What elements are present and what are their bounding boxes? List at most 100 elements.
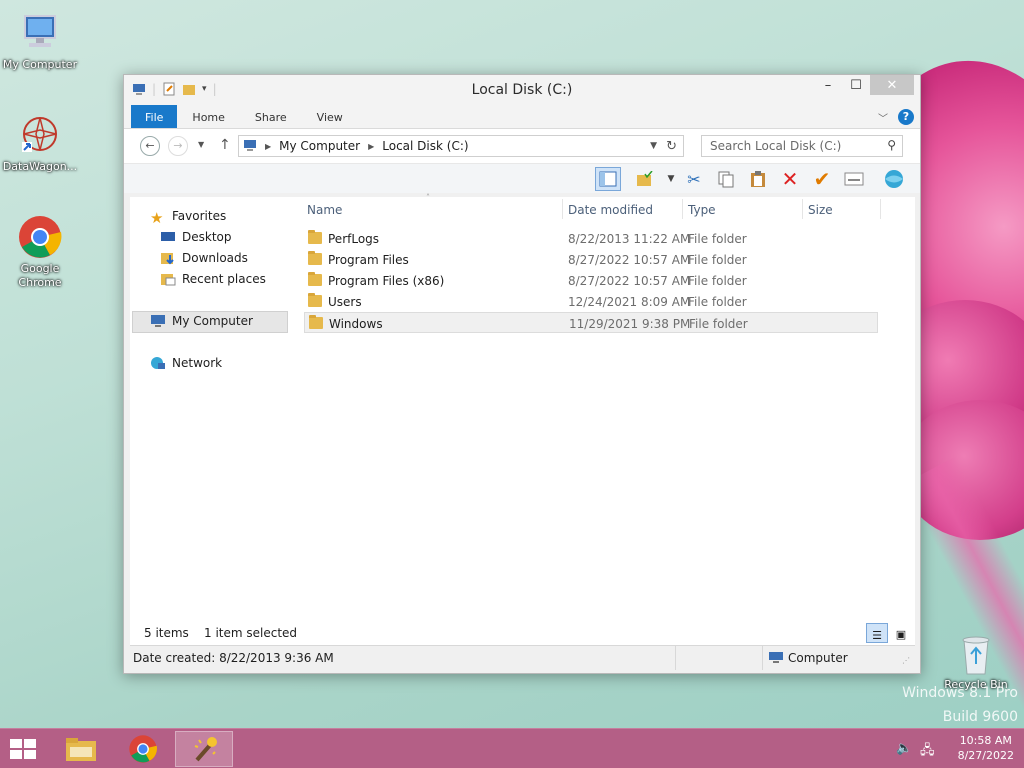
large-icons-view-button[interactable]: ▣ xyxy=(890,623,912,643)
computer-icon xyxy=(150,314,166,328)
recent-places-icon xyxy=(160,272,176,286)
back-button[interactable]: ← xyxy=(140,136,160,156)
table-row[interactable]: Program Files (x86) 8/27/2022 10:57 AM F… xyxy=(304,270,878,291)
breadcrumb-arrow-icon[interactable]: ▶ xyxy=(368,142,374,151)
tab-share[interactable]: Share xyxy=(240,105,302,128)
volume-muted-icon[interactable]: 🔈 xyxy=(896,741,912,756)
os-watermark-edition: Windows 8.1 Pro xyxy=(902,685,1018,701)
file-type: File folder xyxy=(688,253,747,267)
tab-view[interactable]: View xyxy=(302,105,358,128)
tab-file[interactable]: File xyxy=(131,105,178,128)
clock[interactable]: 10:58 AM 8/27/2022 xyxy=(958,733,1014,763)
sidebar-item-favorites[interactable]: ★ Favorites xyxy=(150,209,227,227)
folder-icon xyxy=(308,293,322,307)
search-placeholder: Search Local Disk (C:) xyxy=(710,139,842,153)
new-folder-button[interactable] xyxy=(632,167,658,191)
internet-icon[interactable] xyxy=(881,167,907,191)
explorer-window: | ▾ | Local Disk (C:) – ☐ ✕ File Home Sh… xyxy=(123,74,921,674)
ribbon-tabs: File Home Share View ﹀ ? xyxy=(124,105,920,129)
properties-button[interactable] xyxy=(841,167,867,191)
explorer-content: ★ Favorites Desktop Downloads Recent pla… xyxy=(130,193,915,621)
command-toolbar: ▼ ✂ ✕ ✔ xyxy=(124,163,920,193)
folder-check-icon xyxy=(637,171,653,186)
file-date: 8/27/2022 10:57 AM xyxy=(568,274,691,288)
desktop-icon-recycle-bin[interactable]: Recycle Bin xyxy=(934,632,1018,692)
table-row[interactable]: Users 12/24/2021 8:09 AM File folder xyxy=(304,291,878,312)
breadcrumb-local-disk[interactable]: Local Disk (C:) xyxy=(382,139,468,153)
paste-icon[interactable] xyxy=(745,167,771,191)
sidebar-item-my-computer[interactable]: My Computer xyxy=(150,314,253,328)
desktop-icon xyxy=(160,230,176,244)
folder-icon xyxy=(309,315,323,329)
breadcrumb-my-computer[interactable]: My Computer xyxy=(279,139,360,153)
desktop-icon-label: DataWagon... xyxy=(2,160,78,173)
expand-ribbon-icon[interactable]: ﹀ xyxy=(878,110,888,125)
start-button[interactable] xyxy=(8,737,38,761)
tab-home[interactable]: Home xyxy=(177,105,239,128)
address-bar[interactable]: ▶ My Computer ▶ Local Disk (C:) ▼ ↻ xyxy=(238,135,684,157)
table-row[interactable]: PerfLogs 8/22/2013 11:22 AM File folder xyxy=(304,228,878,249)
cut-icon[interactable]: ✂ xyxy=(681,167,707,191)
column-separator[interactable] xyxy=(802,199,803,219)
search-icon[interactable]: ⚲ xyxy=(887,138,896,152)
item-count: 5 items xyxy=(144,626,189,640)
forward-button[interactable]: → xyxy=(168,136,188,156)
sidebar-item-label: Desktop xyxy=(182,230,232,244)
taskbar-chrome[interactable] xyxy=(114,731,172,767)
breadcrumb-arrow-icon[interactable]: ▶ xyxy=(265,142,271,151)
preview-pane-button[interactable] xyxy=(595,167,621,191)
sidebar-item-recent-places[interactable]: Recent places xyxy=(160,272,266,286)
status-bar: 5 items 1 item selected ☰ ▣ xyxy=(130,621,915,645)
location-text: Computer xyxy=(788,651,848,665)
sidebar-item-label: Favorites xyxy=(172,209,227,223)
recent-locations-icon[interactable]: ▼ xyxy=(198,140,204,149)
desktop-icon-datawagon[interactable]: DataWagon... xyxy=(0,112,80,174)
minimize-button[interactable]: – xyxy=(814,75,842,95)
date-created-text: Date created: 8/22/2013 9:36 AM xyxy=(133,651,334,665)
search-input[interactable]: Search Local Disk (C:) ⚲ xyxy=(701,135,903,157)
network-tray-icon[interactable]: 🖧 xyxy=(920,741,935,763)
details-view-button[interactable]: ☰ xyxy=(866,623,888,643)
taskbar-file-explorer[interactable] xyxy=(52,731,110,767)
column-separator[interactable] xyxy=(682,199,683,219)
help-icon[interactable]: ? xyxy=(898,109,914,125)
navigation-pane: ★ Favorites Desktop Downloads Recent pla… xyxy=(130,197,292,621)
star-icon: ★ xyxy=(150,209,164,227)
recycle-bin-icon xyxy=(956,632,996,676)
taskbar-magic-wand-app[interactable] xyxy=(175,731,233,767)
sidebar-item-network[interactable]: Network xyxy=(150,356,222,370)
address-dropdown-icon[interactable]: ▼ xyxy=(650,141,657,151)
clock-time: 10:58 AM xyxy=(959,734,1012,747)
desktop-icon-my-computer[interactable]: My Computer xyxy=(0,10,80,72)
column-separator[interactable] xyxy=(880,199,881,219)
close-button[interactable]: ✕ xyxy=(870,75,914,95)
title-bar: | ▾ | Local Disk (C:) – ☐ ✕ xyxy=(124,75,920,105)
sidebar-item-downloads[interactable]: Downloads xyxy=(160,251,248,265)
refresh-icon[interactable]: ↻ xyxy=(666,139,677,154)
column-header-size[interactable]: Size xyxy=(808,203,833,217)
chrome-icon xyxy=(129,735,157,763)
desktop-icon-label: Google Chrome xyxy=(18,262,62,289)
maximize-button[interactable]: ☐ xyxy=(842,75,870,95)
file-name: Windows xyxy=(329,317,383,331)
details-separator xyxy=(762,646,763,670)
up-button[interactable]: ↑ xyxy=(219,137,231,153)
table-row[interactable]: Program Files 8/27/2022 10:57 AM File fo… xyxy=(304,249,878,270)
file-date: 8/27/2022 10:57 AM xyxy=(568,253,691,267)
column-header-type[interactable]: Type xyxy=(688,203,716,217)
column-separator[interactable] xyxy=(562,199,563,219)
file-list: ˄ Name Date modified Type Size PerfLogs … xyxy=(304,193,915,621)
column-header-date[interactable]: Date modified xyxy=(568,203,653,217)
copy-icon[interactable] xyxy=(713,167,739,191)
desktop-icon-chrome[interactable]: Google Chrome xyxy=(0,214,80,290)
sidebar-item-desktop[interactable]: Desktop xyxy=(160,230,232,244)
file-type: File folder xyxy=(689,317,748,331)
folder-icon xyxy=(308,230,322,244)
window-title: Local Disk (C:) xyxy=(471,82,573,98)
table-row-selected[interactable]: Windows 11/29/2021 9:38 PM File folder xyxy=(304,312,878,333)
ribbon-right: ﹀ ? xyxy=(878,109,914,125)
rename-check-icon[interactable]: ✔ xyxy=(809,167,835,191)
column-header-name[interactable]: Name xyxy=(307,203,342,217)
delete-icon[interactable]: ✕ xyxy=(777,167,803,191)
resize-grip-icon[interactable]: ⋰ xyxy=(902,656,910,665)
